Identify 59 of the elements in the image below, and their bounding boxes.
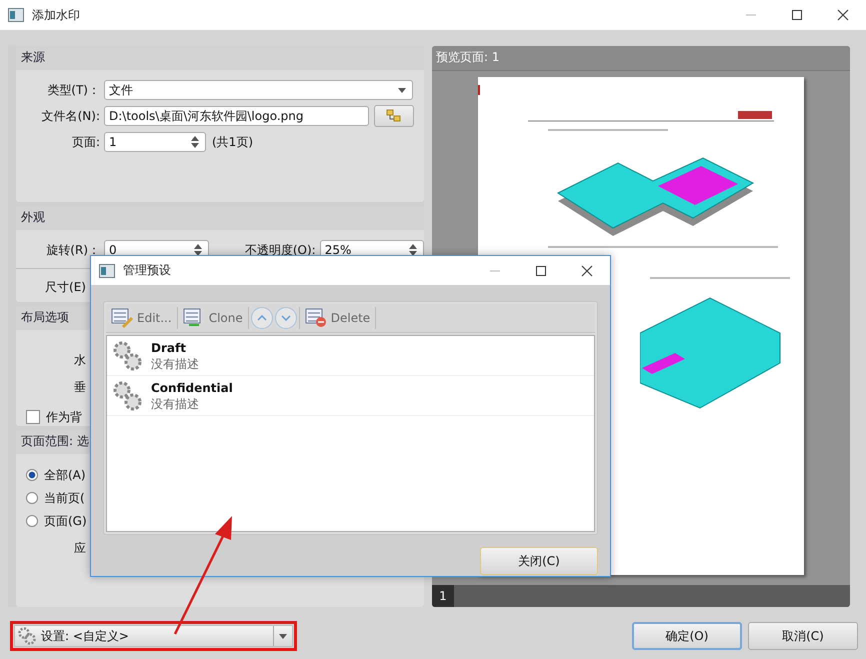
field-label: 应 xyxy=(73,540,87,556)
move-down-button[interactable] xyxy=(274,307,297,329)
page-tab[interactable]: 1 xyxy=(432,585,454,607)
preset-name: Confidential xyxy=(151,380,233,396)
ok-button[interactable]: 确定(O) xyxy=(632,622,742,650)
folder-tree-icon xyxy=(386,109,402,123)
chevron-up-icon xyxy=(256,315,267,321)
edit-button[interactable]: Edit... xyxy=(108,305,175,331)
list-pencil-icon xyxy=(111,308,133,328)
page-spinner[interactable]: 1 xyxy=(104,132,206,152)
window-title: 添加水印 xyxy=(32,6,80,24)
section-title: 布局选项 xyxy=(21,310,69,324)
preview-title: 预览页面: 1 xyxy=(436,50,500,64)
close-icon xyxy=(837,9,849,21)
field-label: 垂 xyxy=(73,379,87,396)
browse-button[interactable] xyxy=(374,105,414,127)
dialog-title: 管理预设 xyxy=(123,262,171,279)
field-label: 尺寸(E) xyxy=(44,278,87,296)
close-dialog-button[interactable]: 关闭(C) xyxy=(480,547,598,575)
type-dropdown[interactable]: 文件 xyxy=(104,80,413,100)
chevron-down-icon xyxy=(280,315,291,321)
field-label: 水 xyxy=(73,352,87,369)
radio-label: 全部(A) xyxy=(44,466,86,484)
checkbox[interactable] xyxy=(26,410,40,424)
section-title: 外观 xyxy=(21,210,45,224)
radio-button[interactable] xyxy=(26,515,38,527)
cancel-button[interactable]: 取消(C) xyxy=(748,622,858,650)
app-icon xyxy=(8,8,24,22)
move-up-button[interactable] xyxy=(250,307,273,329)
clone-button[interactable]: Clone xyxy=(180,305,246,331)
app-icon xyxy=(99,264,115,278)
dropdown-arrow-icon xyxy=(279,634,287,638)
field-label: 旋转(R)： xyxy=(45,242,101,258)
radio-button[interactable] xyxy=(26,469,38,481)
dropdown-arrow-icon xyxy=(398,88,406,92)
maximize-icon xyxy=(791,9,803,21)
field-label: 类型(T)： xyxy=(46,82,101,98)
list-minus-icon xyxy=(304,308,327,328)
radio-label: 页面(G) xyxy=(44,512,87,530)
gears-icon xyxy=(17,626,37,646)
preset-item[interactable]: Draft 没有描述 xyxy=(107,336,594,376)
delete-button[interactable]: Delete xyxy=(302,305,374,331)
maximize-icon xyxy=(535,264,547,276)
section-title: 页面范围: 选 xyxy=(21,434,89,448)
page-count: (共1页) xyxy=(212,134,253,150)
preset-description: 没有描述 xyxy=(151,396,200,412)
preset-name: Draft xyxy=(151,340,187,356)
settings-dropdown[interactable]: 设置: <自定义> xyxy=(14,625,293,647)
section-title: 来源 xyxy=(21,50,45,64)
preset-description: 没有描述 xyxy=(151,356,199,372)
field-label: 页面: xyxy=(70,134,101,150)
field-label: 文件名(N): xyxy=(40,108,101,124)
field-label: 不透明度(O): xyxy=(244,242,317,258)
filename-field[interactable]: D:\tools\桌面\河东软件园\logo.png xyxy=(104,106,369,126)
preset-item[interactable]: Confidential 没有描述 xyxy=(107,376,594,416)
radio-label: 当前页( xyxy=(44,490,85,506)
close-icon xyxy=(581,264,593,276)
radio-button[interactable] xyxy=(26,492,38,504)
checkbox-label: 作为背 xyxy=(46,408,82,426)
